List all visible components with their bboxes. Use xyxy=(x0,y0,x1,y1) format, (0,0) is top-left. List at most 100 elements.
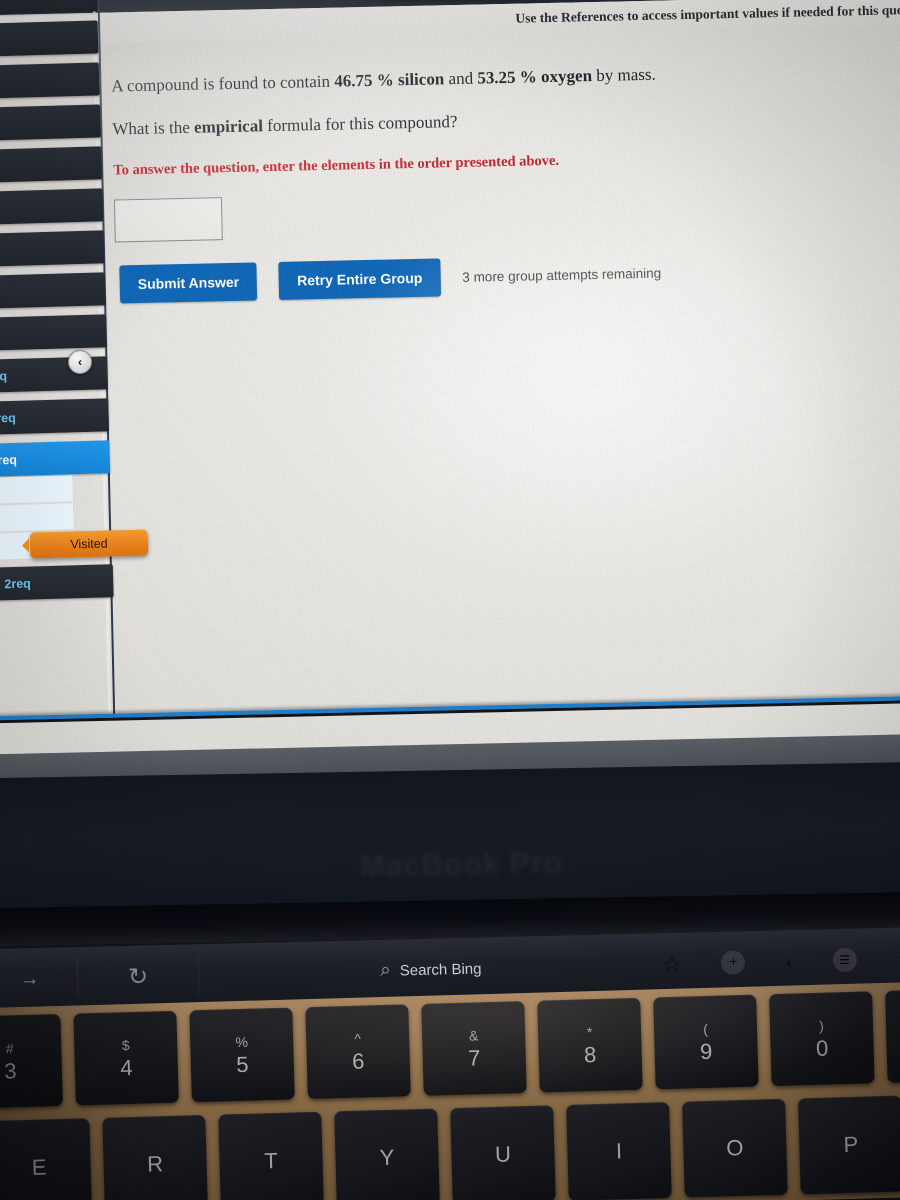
key-6[interactable]: ^ 6 xyxy=(305,1004,411,1100)
new-tab-button[interactable]: + xyxy=(721,950,746,975)
question-statement: A compound is found to contain 46.75 % s… xyxy=(111,62,751,97)
sidebar-item-selected[interactable]: pts 2req xyxy=(0,440,111,478)
visited-tooltip: Visited xyxy=(29,529,149,559)
arrow-right-icon: → xyxy=(19,967,40,990)
sidebar-requirement: 2req xyxy=(0,368,8,384)
touchbar-refresh-button[interactable]: ↻ xyxy=(77,944,198,1009)
key-label: 3 xyxy=(3,1057,17,1084)
key-4[interactable]: $4 xyxy=(73,1010,179,1106)
key-label: 8 xyxy=(583,1041,597,1067)
sidebar-item-8[interactable]: s ✕ xyxy=(0,314,107,352)
chevron-left-icon[interactable]: ‹ xyxy=(785,948,793,974)
sidebar-item-5[interactable]: M xyxy=(0,188,104,226)
key-i[interactable]: I xyxy=(566,1102,672,1200)
laptop-keyboard: #3 $4 %5 ^6 &7 *8 (9 )0 _- E R T Y U I O… xyxy=(0,981,900,1200)
sidebar-requirement: 2req xyxy=(4,576,32,591)
prompt-part-2: formula for this compound? xyxy=(262,112,458,136)
sidebar-item-7[interactable]: s 2req xyxy=(0,272,106,310)
oxygen-percent: 53.25 % oxygen xyxy=(477,66,593,88)
prompt-emphasis: empirical xyxy=(193,116,264,137)
key-p[interactable]: P xyxy=(798,1095,900,1195)
plus-icon: + xyxy=(728,954,738,971)
sidebar-item-6[interactable] xyxy=(0,230,105,268)
key-shift-label: # xyxy=(5,1039,14,1057)
sidebar-subitem-current[interactable] xyxy=(0,475,73,505)
sidebar-item-3[interactable]: M xyxy=(0,104,101,142)
volume-button[interactable]: ☰ xyxy=(832,947,857,973)
key-shift-label: * xyxy=(586,1023,593,1040)
sidebar-item-2[interactable]: M xyxy=(0,62,100,100)
key-label: I xyxy=(615,1138,623,1164)
key-y[interactable]: Y xyxy=(334,1108,440,1200)
page-divider-dark xyxy=(0,698,900,724)
touchbar-controls: ☆ + ‹ ☰ ☀ xyxy=(662,945,900,978)
key-label: R xyxy=(146,1151,164,1177)
browser-tab-1[interactable] xyxy=(381,0,532,3)
question-body: A compound is found to contain 46.75 % s… xyxy=(111,62,754,242)
keyboard-number-row: #3 $4 %5 ^6 &7 *8 (9 )0 _- xyxy=(0,988,900,1109)
sidebar-requirement: 2req xyxy=(0,285,1,300)
key-label: O xyxy=(725,1134,744,1161)
key-e[interactable]: E xyxy=(0,1118,92,1200)
touchbar-forward-button[interactable]: → xyxy=(0,947,78,1011)
bezel-reflection: MacBook Pro xyxy=(359,846,563,884)
action-button-row: Submit Answer Retry Entire Group 3 more … xyxy=(119,254,661,304)
sidebar-collapse-button[interactable]: ‹ xyxy=(68,350,92,374)
brightness-icon[interactable]: ☀ xyxy=(896,948,900,968)
key-label: 9 xyxy=(699,1038,713,1064)
question-prompt: What is the empirical formula for this c… xyxy=(112,105,752,140)
key-label: 4 xyxy=(119,1054,133,1080)
silicon-percent: 46.75 % silicon xyxy=(334,69,445,91)
key-shift-label: ) xyxy=(818,1017,825,1034)
star-icon[interactable]: ☆ xyxy=(662,951,681,976)
key-label: 6 xyxy=(351,1048,365,1074)
refresh-icon: ↻ xyxy=(127,963,149,991)
volume-icon: ☰ xyxy=(839,952,851,967)
key-8[interactable]: * 8 xyxy=(537,997,643,1093)
sidebar-item-4[interactable]: M xyxy=(0,146,102,184)
sidebar-item-1[interactable]: M xyxy=(0,20,99,58)
keyboard-letter-row: E R T Y U I O P xyxy=(0,1095,900,1200)
key-5[interactable]: % 5 xyxy=(189,1007,295,1103)
touchbar-search-bing[interactable]: ⌕ Search Bing xyxy=(199,953,663,986)
key-label: T xyxy=(263,1147,279,1174)
key-7[interactable]: & 7 xyxy=(421,1001,527,1096)
key-0[interactable]: ) 0 xyxy=(769,991,875,1087)
key-label: Y xyxy=(379,1144,395,1171)
key-shift-label: ^ xyxy=(354,1030,362,1047)
sidebar-item-11[interactable]: 1 pts 2req xyxy=(0,564,114,602)
sidebar-item-10[interactable]: pts 2req xyxy=(0,398,110,436)
key-r[interactable]: R xyxy=(102,1114,208,1200)
key-9[interactable]: (9 xyxy=(653,994,759,1090)
search-icon: ⌕ xyxy=(379,959,392,981)
retry-entire-group-button[interactable]: Retry Entire Group xyxy=(278,258,441,300)
statement-part-3: by mass. xyxy=(591,64,656,86)
search-bing-label: Search Bing xyxy=(399,960,482,979)
screenshot-root: Chemistry Use the References to access i… xyxy=(0,0,900,1200)
sidebar-requirement: 2req xyxy=(0,410,16,426)
references-note: Use the References to access important v… xyxy=(515,1,900,26)
attempts-remaining-text: 3 more group attempts remaining xyxy=(462,265,662,285)
key-u[interactable]: U xyxy=(450,1105,556,1200)
key-3[interactable]: #3 xyxy=(0,1013,63,1109)
key-label: E xyxy=(31,1154,47,1180)
key-label: 5 xyxy=(235,1051,249,1077)
key-shift-label: ( xyxy=(702,1020,709,1037)
statement-part-2: and xyxy=(444,68,478,89)
key-shift-label: % xyxy=(235,1033,249,1050)
key-label: 7 xyxy=(467,1044,481,1071)
assignment-sidebar: M M M M M M s 2req s ✕ ts 2req pts 2req … xyxy=(0,0,153,677)
sidebar-item-0[interactable]: M xyxy=(0,0,98,16)
sidebar-subitem-incorrect[interactable]: ✕ xyxy=(0,503,74,533)
key-t[interactable]: T xyxy=(218,1111,324,1200)
key-o[interactable]: O xyxy=(682,1098,788,1198)
key-shift-label: $ xyxy=(121,1036,130,1053)
key-label: 0 xyxy=(815,1035,829,1061)
key-minus[interactable]: _- xyxy=(885,988,900,1083)
key-shift-label: & xyxy=(468,1026,479,1044)
answer-instruction: To answer the question, enter the elemen… xyxy=(113,152,560,179)
sidebar-requirement: 2req xyxy=(0,452,18,468)
key-label: U xyxy=(494,1141,512,1167)
key-label: P xyxy=(843,1131,859,1158)
statement-part-1: A compound is found to contain xyxy=(111,71,335,96)
